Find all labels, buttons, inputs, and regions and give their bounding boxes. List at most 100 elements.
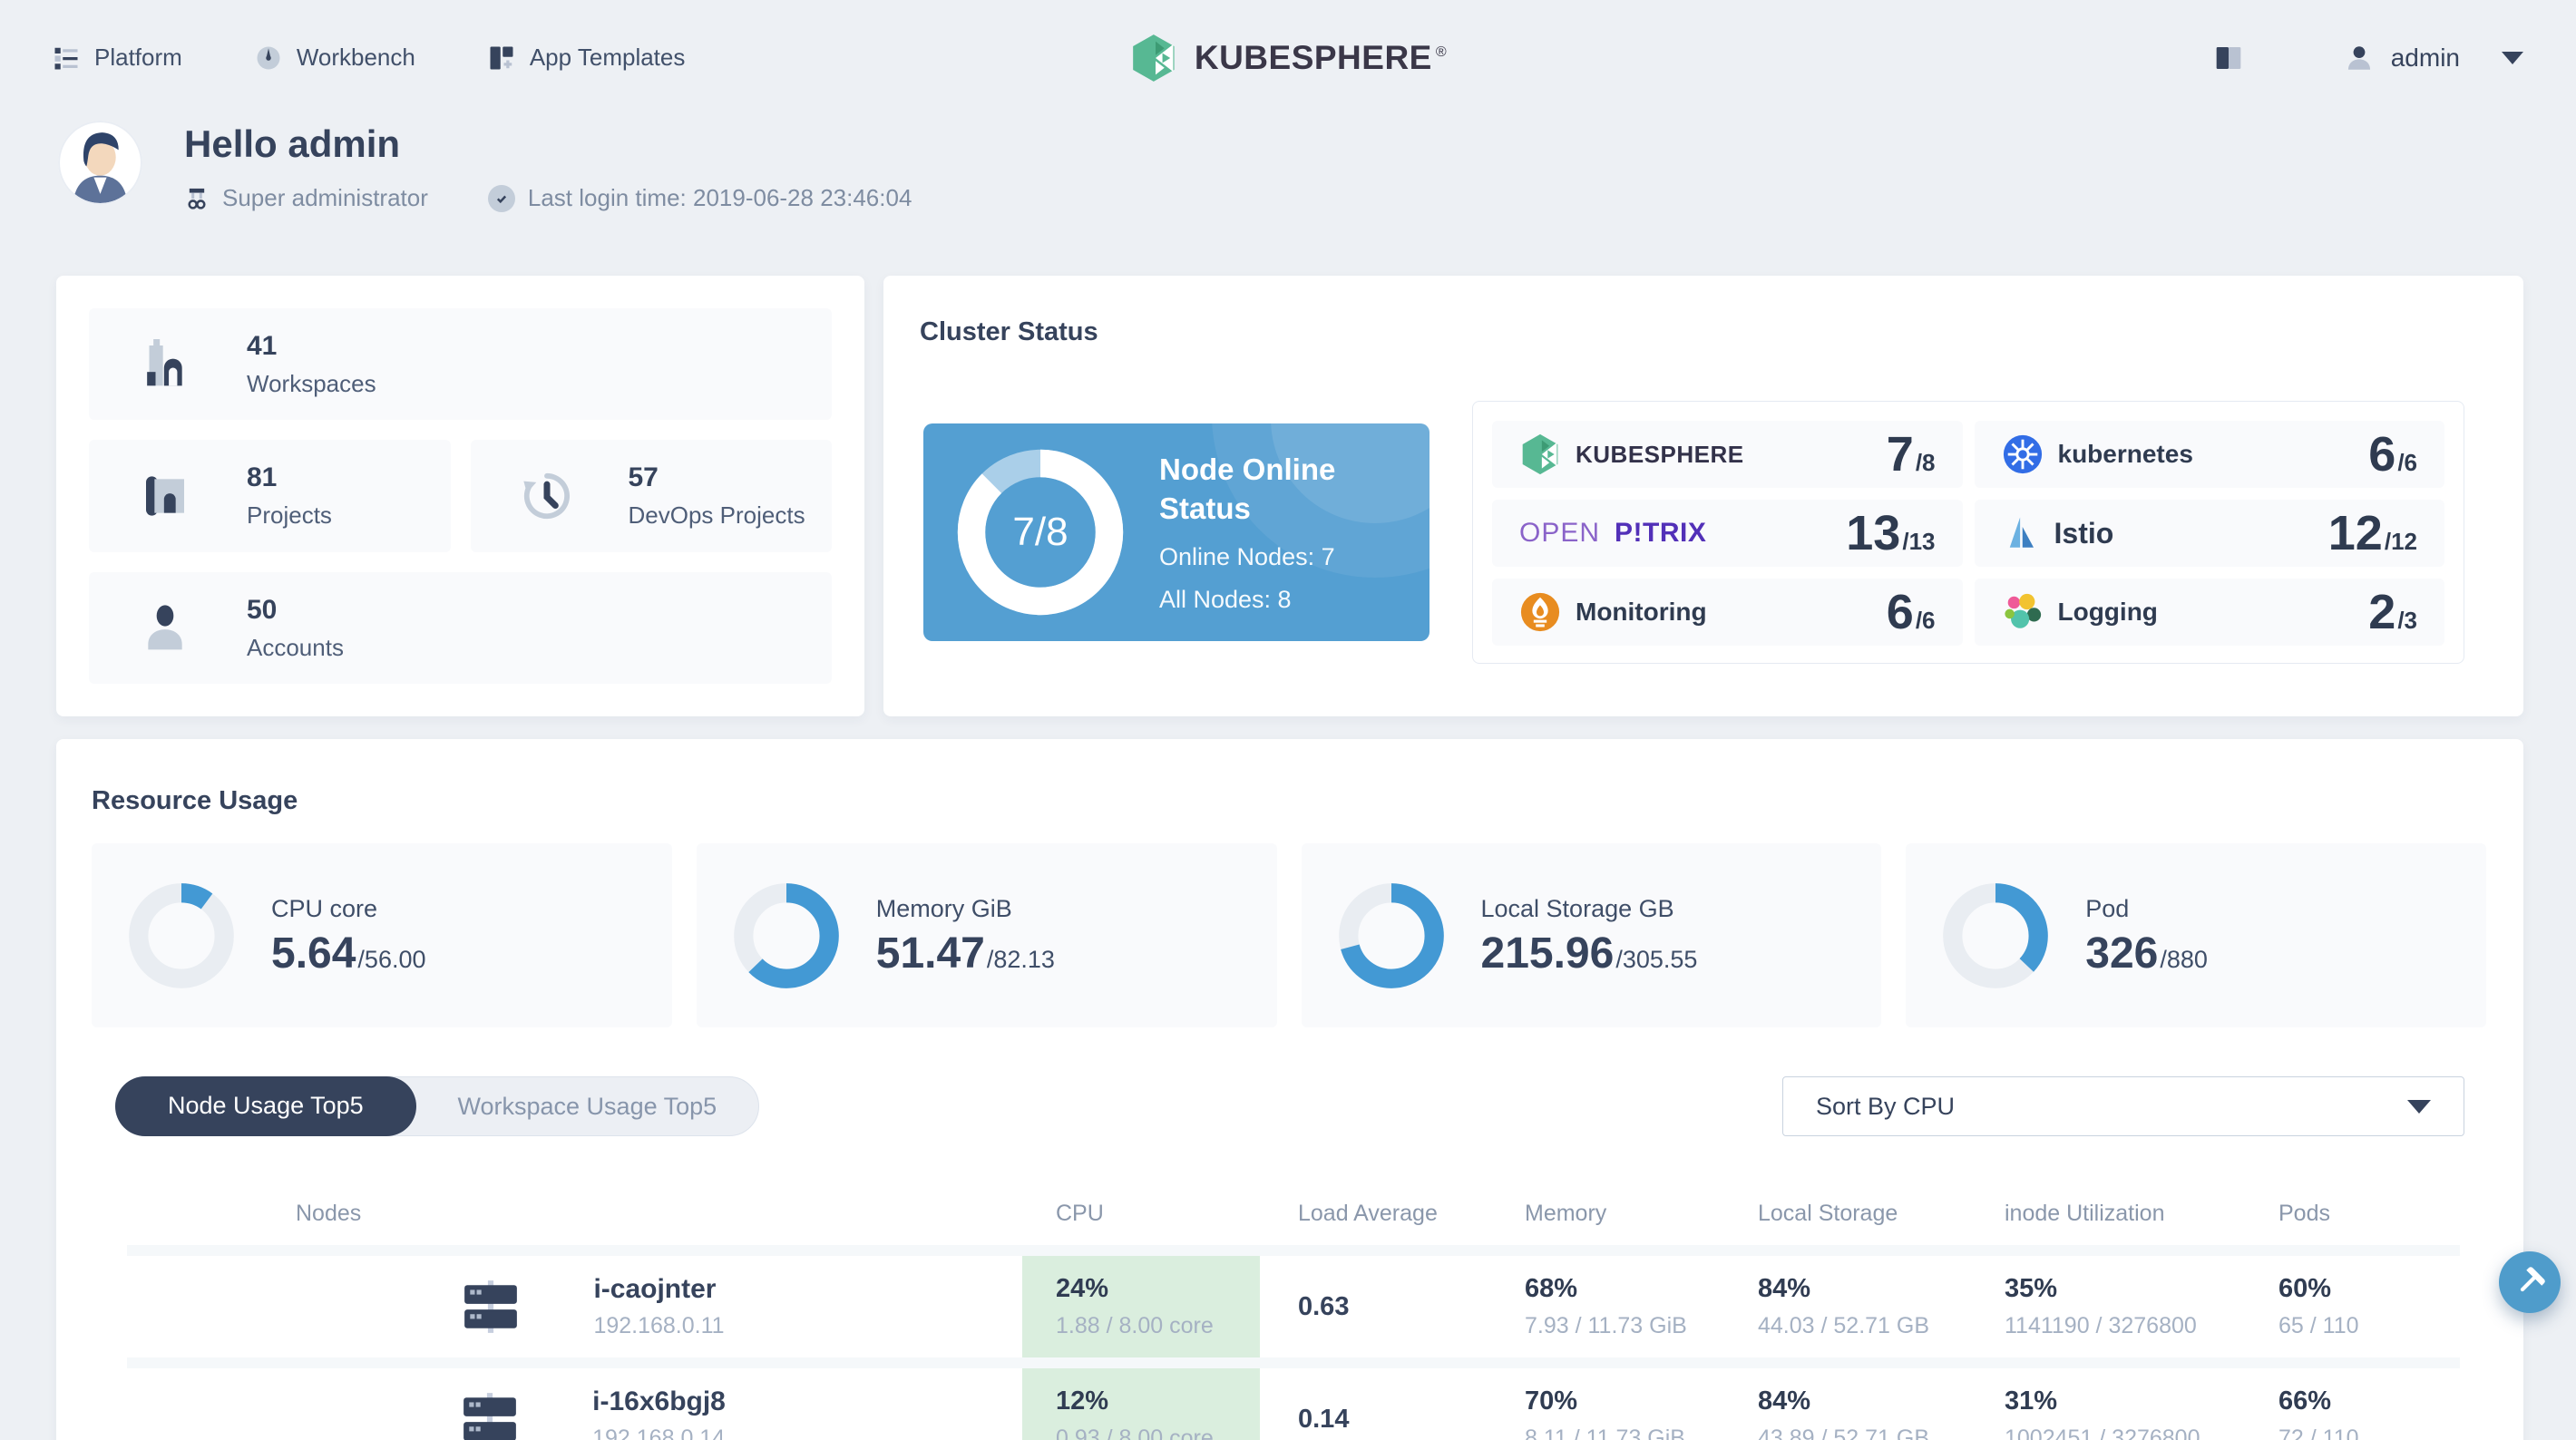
load-average-value: 0.63 xyxy=(1298,1291,1350,1321)
local-storage-cell: 84% 43.89 / 52.71 GB xyxy=(1723,1368,1968,1440)
pods-cell: 60% 65 / 110 xyxy=(2240,1256,2460,1357)
gauge-used: 215.96 xyxy=(1480,929,1615,978)
node-online-heading: Node Online Status xyxy=(1159,452,1336,525)
storage-detail: 44.03 / 52.71 GB xyxy=(1758,1313,1930,1338)
storage-donut-chart xyxy=(1338,882,1444,988)
page-title: Hello admin xyxy=(184,122,401,165)
memory-detail: 7.93 / 11.73 GiB xyxy=(1525,1313,1687,1338)
accounts-count: 50 xyxy=(247,594,278,625)
pod-donut-chart xyxy=(1943,882,2049,988)
pods-percent: 66% xyxy=(2278,1386,2332,1416)
tab-node-usage-top5[interactable]: Node Usage Top5 xyxy=(115,1075,416,1136)
gauge-local-storage: Local Storage GB 215.96/305.55 xyxy=(1301,843,1882,1027)
memory-percent: 70% xyxy=(1525,1386,1578,1416)
node-name: i-caojnter xyxy=(593,1274,717,1304)
kubesphere-logo-text: KUBESPHERE ® xyxy=(1194,38,1448,76)
col-header-memory: Memory xyxy=(1525,1200,1607,1226)
service-count: 2/3 xyxy=(2368,585,2417,639)
devops-projects-icon xyxy=(522,471,572,521)
storage-percent: 84% xyxy=(1758,1386,1811,1416)
toolbox-fab-button[interactable] xyxy=(2499,1251,2561,1313)
resource-gauges: CPU core 5.64/56.00 Memory GiB 51.47/82.… xyxy=(92,843,2486,1027)
nav-platform-label: Platform xyxy=(94,44,182,71)
primary-nav: Platform Workbench App Templates xyxy=(53,44,685,72)
gauge-icon xyxy=(255,44,282,72)
service-tile-logging: Logging 2/3 xyxy=(1974,579,2444,646)
inode-percent: 35% xyxy=(2005,1274,2058,1303)
tab-workspace-usage-top5[interactable]: Workspace Usage Top5 xyxy=(416,1093,758,1121)
projects-count: 81 xyxy=(247,462,278,492)
devops-projects-label: DevOps Projects xyxy=(628,501,805,529)
resource-usage-title: Resource Usage xyxy=(92,786,298,815)
grid-plus-icon xyxy=(488,44,515,72)
cpu-detail: 1.88 / 8.00 core xyxy=(1056,1313,1214,1338)
gauge-used: 5.64 xyxy=(271,929,356,978)
node-name: i-16x6bgj8 xyxy=(592,1386,726,1416)
stat-tile-accounts[interactable]: 50 Accounts xyxy=(89,572,832,684)
pods-cell: 66% 72 / 110 xyxy=(2240,1368,2460,1440)
inode-detail: 1002451 / 3276800 xyxy=(2005,1425,2200,1440)
col-header-local-storage: Local Storage xyxy=(1758,1200,1898,1226)
kubesphere-logo[interactable]: KUBESPHERE ® xyxy=(1129,31,1447,85)
kubesphere-service-logo: KUBESPHERE xyxy=(1519,432,1744,477)
row-separator xyxy=(127,1357,2460,1368)
service-count: 6/6 xyxy=(2368,427,2417,482)
nav-platform[interactable]: Platform xyxy=(53,44,182,72)
cpu-donut-chart xyxy=(129,882,234,988)
memory-cell: 70% 8.11 / 11.73 GiB xyxy=(1494,1368,1723,1440)
all-nodes-label: All Nodes: 8 xyxy=(1159,585,1292,613)
welcome-section: Hello admin Super administrator Last log… xyxy=(56,119,912,212)
table-row[interactable]: i-16x6bgj8 192.168.0.14 12% 0.93 / 8.00 … xyxy=(127,1368,2460,1440)
chevron-down-icon xyxy=(2502,51,2523,64)
hammer-icon xyxy=(2513,1266,2546,1299)
top-right-controls: admin xyxy=(2213,43,2523,73)
stat-tile-projects[interactable]: 81 Projects xyxy=(89,440,451,552)
service-name: kubernetes xyxy=(2057,440,2193,468)
devops-projects-count: 57 xyxy=(628,462,659,492)
node-ip: 192.168.0.11 xyxy=(593,1313,725,1338)
nav-workbench-label: Workbench xyxy=(296,44,415,71)
openpitrix-logo: OPEN P!TRIX xyxy=(1519,518,1707,548)
docs-book-icon[interactable] xyxy=(2213,44,2244,73)
service-name: Logging xyxy=(2057,598,2158,626)
service-count: 7/8 xyxy=(1886,427,1936,482)
service-count: 6/6 xyxy=(1886,585,1936,639)
load-average-value: 0.14 xyxy=(1298,1404,1350,1434)
service-name: KUBESPHERE xyxy=(1576,440,1744,468)
user-icon xyxy=(2344,43,2375,73)
workspaces-count: 41 xyxy=(247,330,278,361)
sort-by-select[interactable]: Sort By CPU xyxy=(1782,1076,2464,1136)
node-ip: 192.168.0.14 xyxy=(592,1425,726,1440)
user-menu[interactable]: admin xyxy=(2344,43,2523,73)
nav-workbench[interactable]: Workbench xyxy=(255,44,415,72)
workspaces-label: Workspaces xyxy=(247,369,376,397)
col-header-nodes: Nodes xyxy=(296,1200,362,1226)
stat-tile-workspaces[interactable]: 41 Workspaces xyxy=(89,308,832,420)
stat-tile-devops-projects[interactable]: 57 DevOps Projects xyxy=(470,440,832,552)
gauge-cpu: CPU core 5.64/56.00 xyxy=(92,843,672,1027)
user-role: Super administrator xyxy=(184,184,428,212)
service-tile-istio: Istio 12/12 xyxy=(1974,500,2444,567)
memory-detail: 8.11 / 11.73 GiB xyxy=(1525,1425,1685,1440)
gauge-memory: Memory GiB 51.47/82.13 xyxy=(696,843,1277,1027)
projects-label: Projects xyxy=(247,501,332,529)
pods-detail: 65 / 110 xyxy=(2278,1313,2359,1338)
node-online-ratio: 7/8 xyxy=(1012,510,1068,554)
service-tile-monitoring: Monitoring 6/6 xyxy=(1492,579,1963,646)
platform-icon xyxy=(53,44,80,72)
online-nodes-label: Online Nodes: 7 xyxy=(1159,542,1335,570)
col-header-load-average: Load Average xyxy=(1298,1200,1438,1226)
table-row[interactable]: i-caojnter 192.168.0.11 24% 1.88 / 8.00 … xyxy=(127,1256,2460,1357)
cpu-detail: 0.93 / 8.00 core xyxy=(1056,1425,1214,1440)
select-caret-icon xyxy=(2407,1099,2431,1114)
service-name: Istio xyxy=(2054,516,2114,550)
istio-logo-icon: Istio xyxy=(2002,512,2114,554)
cpu-cell: 24% 1.88 / 8.00 core xyxy=(1022,1256,1260,1357)
gauge-total: /56.00 xyxy=(357,946,426,973)
cpu-percent: 12% xyxy=(1056,1386,1109,1416)
nav-app-templates[interactable]: App Templates xyxy=(488,44,685,72)
registered-mark: ® xyxy=(1435,44,1448,61)
memory-donut-chart xyxy=(733,882,839,988)
service-tile-kubernetes: kubernetes 6/6 xyxy=(1974,421,2444,488)
pods-percent: 60% xyxy=(2278,1274,2332,1303)
